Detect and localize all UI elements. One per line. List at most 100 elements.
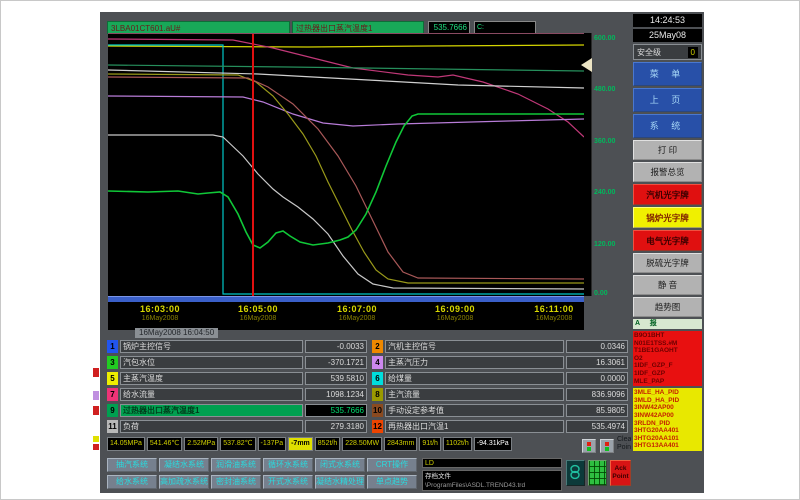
table-row[interactable]: 6给煤量0.0000 [372,372,628,385]
table-row[interactable]: 7给水流量1098.1234 [107,388,367,401]
alarm-entry[interactable]: MLE_PAP [634,378,701,386]
nav-button[interactable]: 循环水系统 [263,458,313,472]
nav-button[interactable]: 开式水系统 [263,475,313,489]
security-level-field: 安全级 0 [633,44,702,60]
edge-mark [93,444,99,450]
pen-label: 主蒸汽温度 [120,372,303,385]
link-button[interactable] [566,460,585,486]
nav-button[interactable]: 润滑油系统 [211,458,261,472]
table-row[interactable]: 8主汽流量836.9096 [372,388,628,401]
trend-chart-canvas[interactable] [108,33,584,296]
nav-button[interactable]: 抽汽系统 [107,458,157,472]
pen-table-right-column: 2汽机主控信号0.0346 4主蒸汽压力16.3061 6给煤量0.0000 8主汽流… [372,340,628,433]
sidebar-button[interactable]: 报警总览 [633,162,702,182]
scale-strip [584,33,592,296]
table-row[interactable]: 4主蒸汽压力16.3061 [372,356,628,369]
sidebar-button[interactable]: 打 印 [633,140,702,160]
alarm-list-red: B9O1BHTN01E1TSS.#MT1BE1GAOHTO21IDF_GZP_F… [633,331,702,386]
alarm-entry[interactable]: 3INW42AP00 [634,404,701,412]
pen-table-left-column: 1锅炉主控信号-0.0033 3汽包水位-370.1721 5主蒸汽温度539.58… [107,340,367,433]
x-axis-tick: 16:05:0016May2008 [223,304,293,322]
alarm-entry[interactable]: 3HTG20AA401 [634,427,701,435]
sidebar-button[interactable]: 锅炉光字牌 [633,207,702,228]
clock: 14:24:53 [633,14,702,27]
sidebar-buttons: 菜 单上 页系 统打 印报警总览汽机光字牌锅炉光字牌电气光字牌脱硫光字牌静 音趋… [633,62,702,317]
grid-button[interactable] [588,460,607,486]
alarm-entry[interactable]: 1IDF_GZP_F [634,362,701,370]
nav-button[interactable]: 高加疏水系统 [159,475,209,489]
alarm-entry[interactable]: O2 [634,355,701,363]
security-value: 0 [688,47,698,58]
nav-button[interactable]: 凝结水精处理 [315,475,365,489]
y-axis-tick: 0.00 [594,290,608,297]
y-axis-tick: 120.00 [594,241,615,248]
x-axis-date: 16May2008 [322,315,392,322]
pen-label: 主蒸汽压力 [385,356,564,369]
nav-button[interactable]: 闭式水系统 [315,458,365,472]
pen-index-badge: 11 [107,420,118,433]
trend-line-olive-pen [108,74,584,283]
edge-mark [93,406,99,415]
sidebar-button[interactable]: 上 页 [633,88,702,112]
status-value: -137Pa [258,437,287,451]
table-row[interactable]: 11负荷279.3180 [107,420,367,433]
table-row[interactable]: 5主蒸汽温度539.5810 [107,372,367,385]
alarm-entry[interactable]: 3RLDN_PID [634,420,701,428]
sidebar-button[interactable]: 系 统 [633,114,702,138]
table-row[interactable]: 1锅炉主控信号-0.0033 [107,340,367,353]
nav-button[interactable]: 给水系统 [107,475,157,489]
pen-value: 1098.1234 [305,388,367,401]
alarm-list-header: A 报 [633,319,702,329]
alarm-entry[interactable]: 3MLE_HA_PID [634,389,701,397]
pen-value: 535.4974 [566,420,628,433]
alarm-entry[interactable]: 3HTG20AA101 [634,435,701,443]
nav-button[interactable]: 凝结水系统 [159,458,209,472]
nav-row-1: 抽汽系统凝结水系统润滑油系统循环水系统闭式水系统CRT操作 [107,458,421,472]
sidebar-button[interactable]: 电气光字牌 [633,230,702,251]
alarm-entry[interactable]: T1BE1GAOHT [634,347,701,355]
sidebar-button[interactable]: 脱硫光字牌 [633,253,702,273]
status-value: -94.31kPa [474,437,512,451]
x-axis-time: 16:03:00 [125,304,195,314]
nav-button[interactable]: 单点趋势 [367,475,417,489]
alarm-entry[interactable]: N01E1TSS.#M [634,340,701,348]
pen-index-badge: 9 [107,404,118,417]
ack-point-button[interactable]: AckPoint [610,460,631,486]
sidebar-button[interactable]: 趋势图 [633,297,702,317]
nav-button[interactable]: CRT操作 [367,458,417,472]
table-row[interactable]: 10手动设定参考值85.9805 [372,404,628,417]
status-value: -7mm [288,437,313,451]
alarm-entry[interactable]: 3MLD_HA_PID [634,397,701,405]
sidebar-button[interactable]: 菜 单 [633,62,702,86]
pen-value: 0.0346 [566,340,628,353]
sidebar-button[interactable]: 静 音 [633,275,702,295]
sidebar-button[interactable]: 汽机光字牌 [633,184,702,205]
status-value: 91t/h [419,437,441,451]
indicator-button-1[interactable] [582,439,596,453]
pen-value: 539.5810 [305,372,367,385]
x-axis-date: 16May2008 [420,315,490,322]
pen-value: -0.0033 [305,340,367,353]
pen-value: 279.3180 [305,420,367,433]
alarm-entry[interactable]: 3HTG13AA401 [634,442,701,450]
alarm-entry[interactable]: 1IDF_GZP [634,370,701,378]
trend-line-purple-pen [108,96,584,126]
table-row[interactable]: 12再热器出口汽温1535.4974 [372,420,628,433]
file-path-text: \ProgramFiles\ASDL.TREND43.trd [425,481,559,490]
dcs-trend-window: 3LBA01CT601.aU# 过热器出口蒸汽温度1 535.7666 C: 1… [100,12,704,493]
table-row[interactable]: 2汽机主控信号0.0346 [372,340,628,353]
edge-mark [93,436,99,442]
pen-index-badge: 4 [372,356,383,369]
alarm-entry[interactable]: 3INW42AP00 [634,412,701,420]
table-row[interactable]: 3汽包水位-370.1721 [107,356,367,369]
status-value: 541.46℃ [147,437,182,451]
pen-index-badge: 7 [107,388,118,401]
file-box-label: 存档文件 [425,472,559,481]
table-row[interactable]: 9过热器出口蒸汽温度1535.7666 [107,404,367,417]
alarm-entry[interactable]: B9O1BHT [634,332,701,340]
nav-button[interactable]: 密封油系统 [211,475,261,489]
pen-value: 16.3061 [566,356,628,369]
trend-group-field[interactable]: LD [422,458,562,468]
pen-index-badge: 12 [372,420,383,433]
indicator-button-2[interactable] [600,439,614,453]
